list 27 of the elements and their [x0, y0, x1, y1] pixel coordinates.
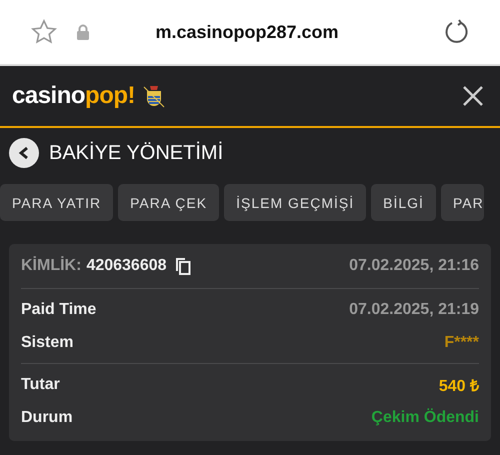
lock-icon	[76, 24, 90, 40]
reload-icon[interactable]	[444, 19, 470, 45]
tab[interactable]: BİLGİ	[371, 184, 436, 221]
page-title: BAKİYE YÖNETİMİ	[49, 142, 224, 164]
field-label: Tutar	[21, 376, 60, 394]
field-value: 540 ₺	[438, 376, 479, 396]
tab[interactable]: PARA YATIR	[0, 184, 114, 221]
transaction-id: 420636608	[86, 257, 167, 275]
logo[interactable]: casinopop!	[12, 82, 136, 110]
address-bar-url[interactable]: m.casinopop287.com	[90, 22, 404, 42]
tab[interactable]: PAR	[440, 184, 484, 221]
tab[interactable]: PARA ÇEK	[118, 184, 220, 221]
back-button[interactable]	[9, 138, 39, 168]
field-value: 07.02.2025, 21:19	[349, 300, 479, 318]
field-label: Paid Time	[21, 300, 96, 318]
field-value: Çekim Ödendi	[371, 408, 479, 426]
field-label: Sistem	[21, 334, 74, 352]
created-date: 07.02.2025, 21:16	[349, 257, 479, 275]
chevron-left-icon	[18, 146, 30, 160]
close-icon[interactable]	[462, 85, 484, 107]
copy-icon[interactable]	[174, 257, 191, 275]
field-label: Durum	[21, 408, 73, 426]
field-value: F****	[444, 334, 479, 352]
tab[interactable]: İŞLEM GEÇMİŞİ	[224, 184, 366, 221]
crest-icon	[143, 84, 166, 108]
star-icon[interactable]	[30, 18, 58, 46]
id-label: KİMLİK:	[21, 257, 82, 275]
